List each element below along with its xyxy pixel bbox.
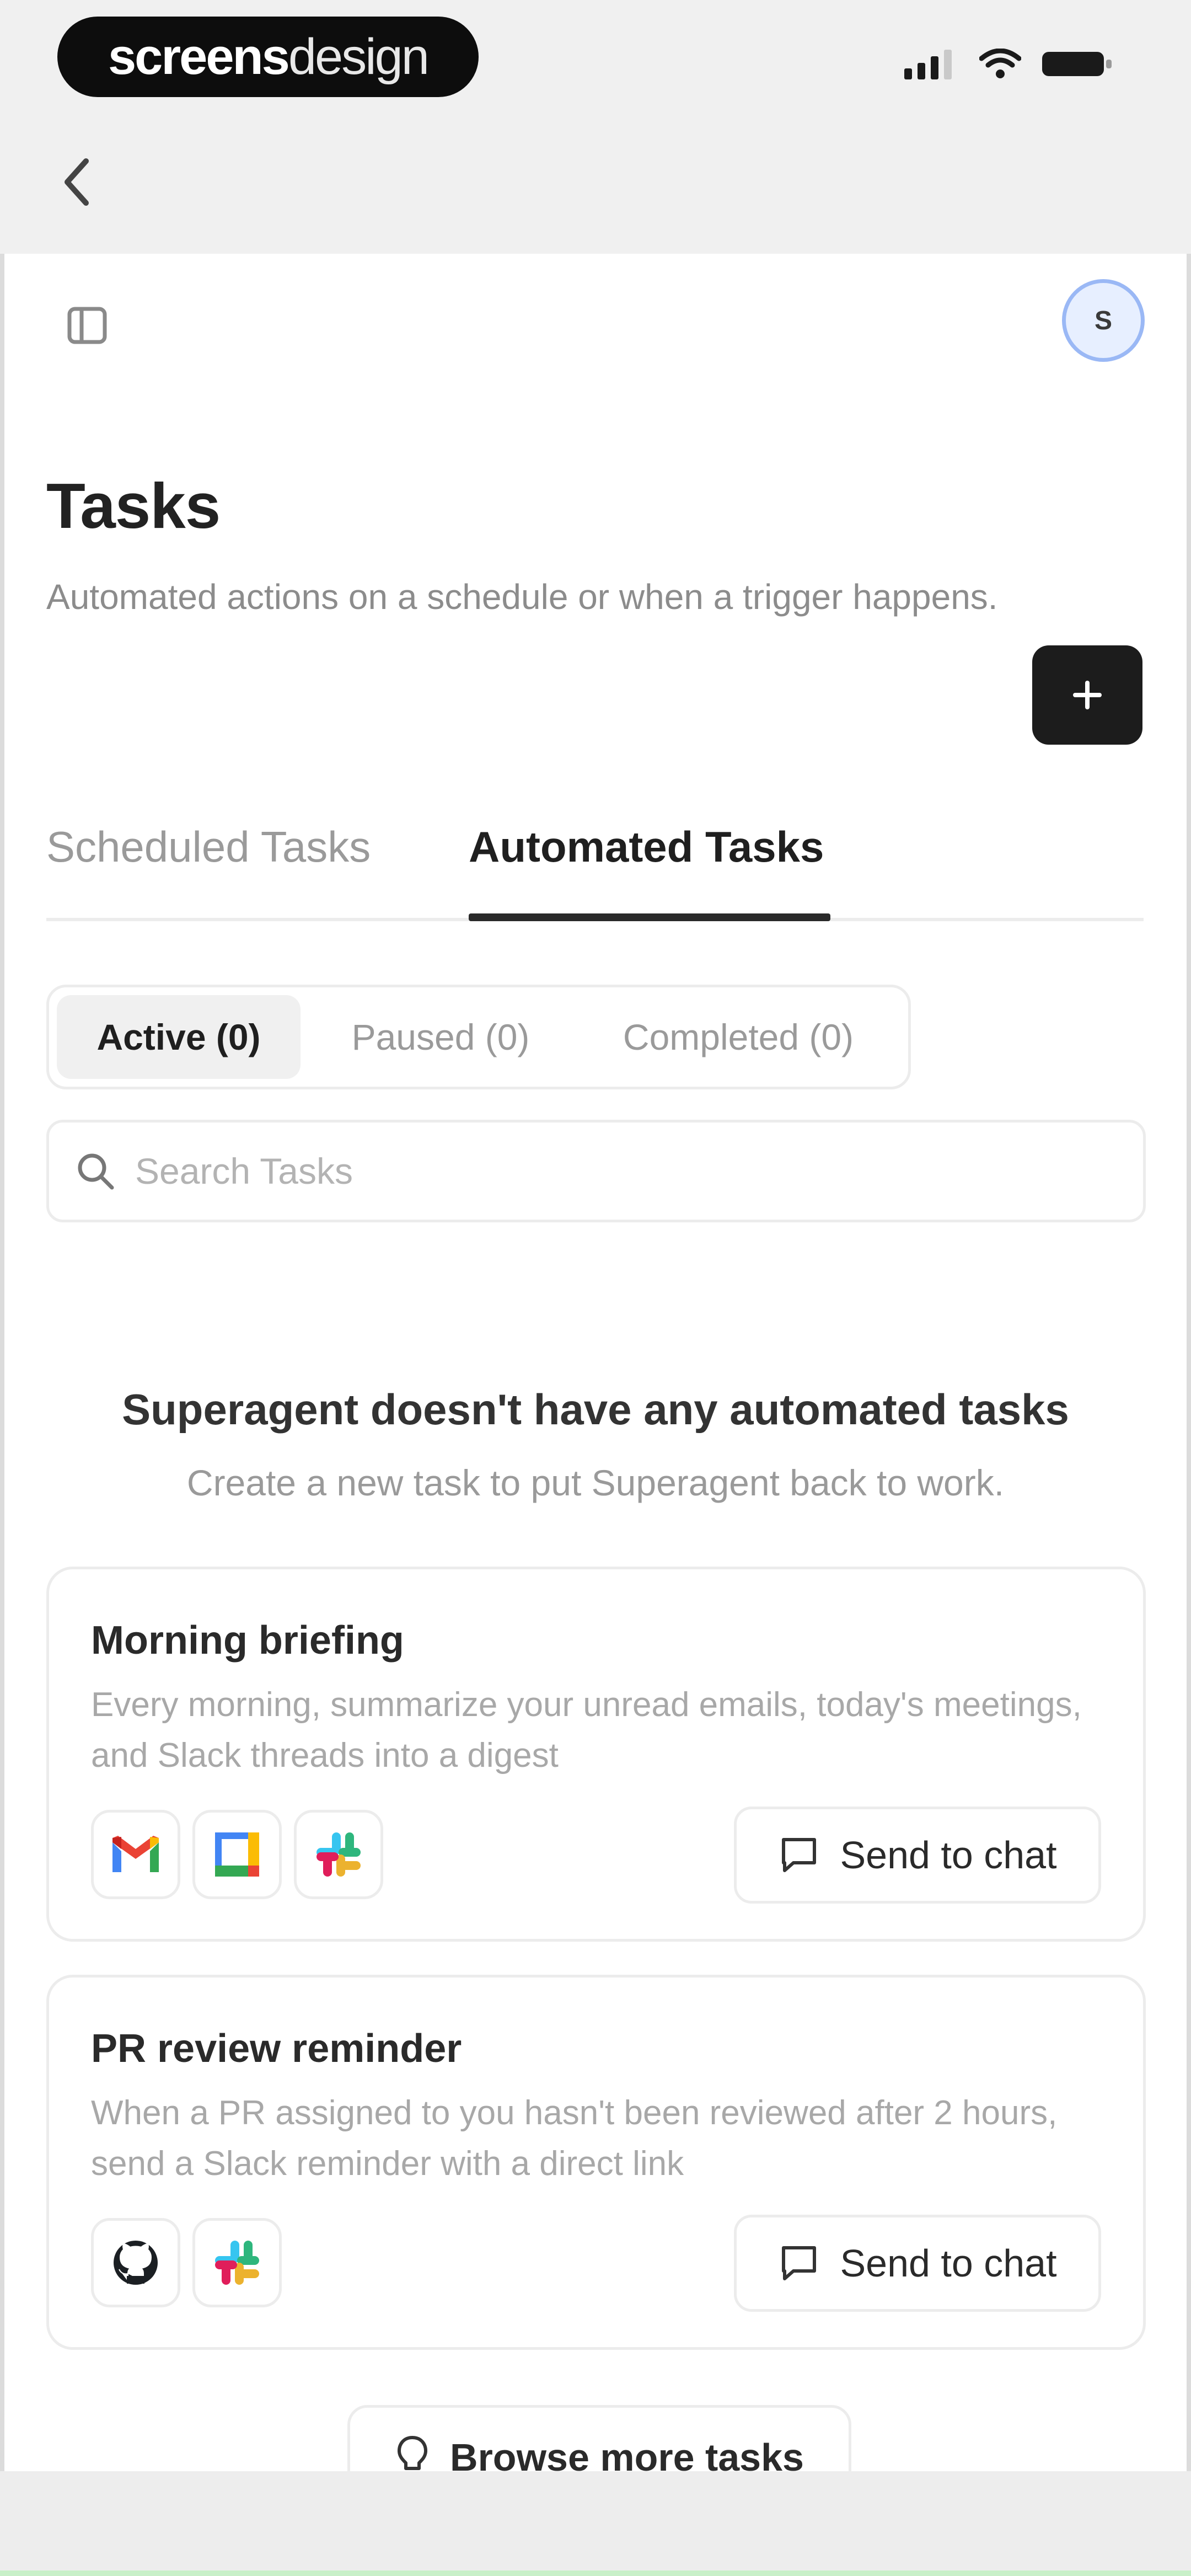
- bottom-bar: [0, 2471, 1191, 2576]
- slack-icon: [294, 1810, 383, 1899]
- user-avatar[interactable]: S: [1062, 279, 1145, 362]
- task-template-card[interactable]: PR review reminder When a PR assigned to…: [46, 1975, 1146, 2350]
- integration-icons: [91, 1810, 383, 1899]
- brand-text-part1: screens: [108, 28, 290, 85]
- navigation-bar: [0, 116, 1191, 254]
- empty-state-title: Superagent doesn't have any automated ta…: [122, 1385, 1069, 1434]
- tab-scheduled-tasks[interactable]: Scheduled Tasks: [46, 822, 371, 872]
- add-task-button[interactable]: [1032, 645, 1142, 745]
- page-title: Tasks: [46, 470, 221, 542]
- send-to-chat-label: Send to chat: [840, 1834, 1057, 1877]
- task-card-description: When a PR assigned to you hasn't been re…: [91, 2094, 1058, 2183]
- tab-automated-tasks[interactable]: Automated Tasks: [469, 822, 824, 872]
- status-icons: [904, 49, 1114, 79]
- lightbulb-icon: [398, 2436, 428, 2470]
- filter-active[interactable]: Active (0): [57, 995, 301, 1079]
- brand-text-part2: design: [288, 28, 430, 85]
- search-icon: [78, 1153, 114, 1190]
- google-calendar-icon: [192, 1810, 282, 1899]
- integration-icons: [91, 2218, 282, 2307]
- browse-more-tasks-label: Browse more tasks: [450, 2436, 804, 2471]
- search-box[interactable]: [46, 1120, 1146, 1222]
- app-content: S Tasks Automated actions on a schedule …: [4, 254, 1187, 2471]
- task-card-title: Morning briefing: [91, 1618, 404, 1663]
- brand-logo: screens design: [57, 17, 479, 97]
- plus-icon: [1073, 681, 1102, 709]
- status-filter: Active (0) Paused (0) Completed (0): [46, 985, 911, 1089]
- send-to-chat-label: Send to chat: [840, 2242, 1057, 2285]
- wifi-icon: [979, 49, 1021, 78]
- task-card-description: Every morning, summarize your unread ema…: [91, 1686, 1082, 1775]
- search-input[interactable]: [135, 1150, 1072, 1192]
- back-button[interactable]: [44, 149, 110, 215]
- status-bar: screens design: [0, 0, 1191, 116]
- page-subtitle: Automated actions on a schedule or when …: [46, 577, 998, 617]
- filter-paused[interactable]: Paused (0): [314, 995, 567, 1079]
- send-to-chat-button[interactable]: Send to chat: [734, 2215, 1101, 2312]
- empty-state-subtitle: Create a new task to put Superagent back…: [186, 1462, 1005, 1503]
- task-type-tabs: Scheduled Tasks Automated Tasks: [46, 811, 1144, 921]
- browse-more-tasks-button[interactable]: Browse more tasks: [347, 2405, 851, 2471]
- slack-icon: [192, 2218, 282, 2307]
- sidebar-toggle-button[interactable]: [60, 298, 115, 353]
- signal-icon: [904, 50, 952, 79]
- battery-icon: [1042, 52, 1112, 76]
- sidebar-icon: [67, 307, 107, 344]
- active-tab-indicator: [469, 913, 830, 921]
- task-template-card[interactable]: Morning briefing Every morning, summariz…: [46, 1567, 1146, 1942]
- task-card-title: PR review reminder: [91, 2027, 462, 2071]
- chat-bubble-icon: [782, 2246, 817, 2280]
- send-to-chat-button[interactable]: Send to chat: [734, 1807, 1101, 1904]
- gmail-icon: [91, 1810, 180, 1899]
- chevron-left-icon: [65, 158, 89, 206]
- filter-completed[interactable]: Completed (0): [578, 995, 898, 1079]
- chat-bubble-icon: [782, 1838, 817, 1872]
- github-icon: [91, 2218, 180, 2307]
